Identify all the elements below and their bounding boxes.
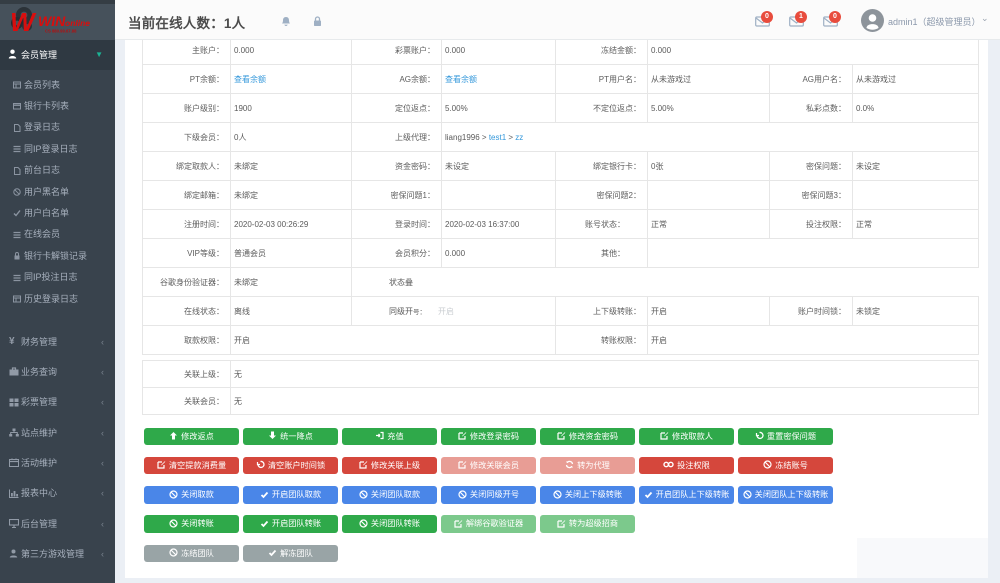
svg-text:W: W	[10, 7, 37, 37]
svg-text:online: online	[65, 18, 90, 28]
svg-text:CS 880.99.67.88: CS 880.99.67.88	[45, 29, 77, 34]
svg-text:WIN: WIN	[38, 13, 66, 29]
